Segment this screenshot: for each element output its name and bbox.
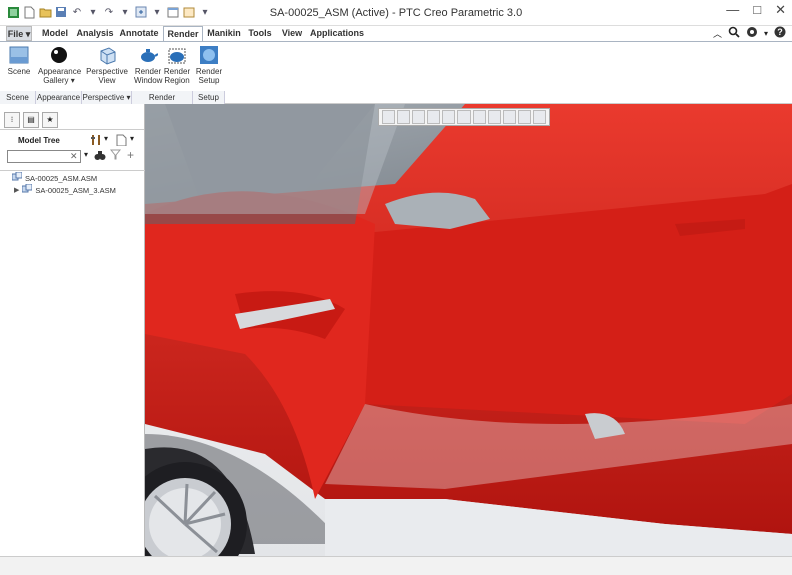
zoom-in-icon[interactable]: [397, 110, 411, 124]
show-icon[interactable]: [116, 134, 127, 149]
clear-search-icon[interactable]: ✕: [70, 151, 78, 162]
tab-model[interactable]: Model: [38, 26, 72, 41]
title-bar: ↶ ▾ ↷ ▾ ▾ ▾ SA-00025_ASM (Active) - PTC …: [0, 0, 792, 26]
appearance-sphere-icon: [49, 45, 69, 65]
view-manager-icon[interactable]: [472, 110, 486, 124]
view-toolbar: [378, 108, 550, 126]
assembly-icon: [11, 171, 23, 186]
render-setup-icon: [199, 45, 219, 65]
scene-button[interactable]: Scene: [4, 45, 34, 76]
status-bar: [0, 556, 792, 575]
help-dropdown-icon[interactable]: ▾: [764, 29, 768, 38]
tab-annotate[interactable]: Annotate: [119, 26, 159, 41]
group-perspective[interactable]: Perspective ▾: [82, 91, 132, 105]
tree-item-subassembly[interactable]: ▶ SA-00025_ASM_3.ASM: [0, 183, 145, 198]
ribbon: Scene Appearance Gallery ▾ Perspective V…: [0, 41, 792, 105]
window-controls: — □ ✕: [726, 2, 786, 18]
help-icon[interactable]: ?: [774, 26, 786, 41]
graphics-viewport[interactable]: [145, 104, 792, 556]
maximize-button[interactable]: □: [753, 2, 761, 18]
favorites-tab-icon[interactable]: ★: [42, 112, 58, 128]
search-help-icon[interactable]: [728, 26, 740, 41]
car-model-render: [145, 104, 792, 556]
annotation-display-icon[interactable]: [517, 110, 531, 124]
zoom-out-icon[interactable]: [412, 110, 426, 124]
ribbon-tabs: File ▾ Model Analysis Annotate Render Ma…: [0, 26, 792, 41]
repaint-icon[interactable]: [427, 110, 441, 124]
model-tree-panel: ⁝ ▤ ★ Model Tree ▾ ▾ ✕ ▾ + SA-00025_ASM.…: [0, 104, 145, 556]
search-dropdown-icon[interactable]: ▾: [84, 150, 88, 159]
model-tree-tab-icon[interactable]: ⁝: [4, 112, 20, 128]
assembly-icon: [21, 183, 33, 198]
close-button[interactable]: ✕: [775, 2, 786, 18]
perspective-cube-icon: [97, 45, 117, 65]
help-area: ︿ ▾ ?: [713, 26, 786, 41]
tab-render[interactable]: Render: [163, 26, 203, 41]
window-title: SA-00025_ASM (Active) - PTC Creo Paramet…: [269, 7, 523, 19]
teapot-region-icon: [167, 45, 187, 65]
model-tree-title: Model Tree: [18, 136, 60, 145]
refit-icon[interactable]: [382, 110, 396, 124]
tab-applications[interactable]: Applications: [309, 26, 365, 41]
appearance-gallery-button[interactable]: Appearance Gallery ▾: [38, 45, 81, 85]
group-setup: Setup: [193, 91, 225, 105]
navigator-tabs: ⁝ ▤ ★: [0, 104, 144, 130]
folder-browser-tab-icon[interactable]: ▤: [23, 112, 39, 128]
tab-view[interactable]: View: [278, 26, 306, 41]
svg-text:?: ?: [777, 27, 783, 37]
render-window-button[interactable]: Render Window: [134, 45, 162, 85]
spin-center-icon[interactable]: [532, 110, 547, 124]
group-scene: Scene: [0, 91, 36, 105]
render-region-button[interactable]: Render Region: [163, 45, 191, 85]
tab-file[interactable]: File ▾: [6, 26, 32, 41]
tab-manikin[interactable]: Manikin: [206, 26, 242, 41]
display-style-icon[interactable]: [442, 110, 456, 124]
tree-settings-icon[interactable]: [90, 134, 102, 149]
add-column-icon[interactable]: +: [127, 148, 134, 162]
teapot-icon: [138, 45, 159, 65]
model-tree: SA-00025_ASM.ASM ▶ SA-00025_ASM_3.ASM: [0, 170, 145, 197]
group-appearance: Appearance: [36, 91, 82, 105]
group-render: Render: [132, 91, 193, 105]
render-setup-button[interactable]: Render Setup: [195, 45, 223, 85]
filter-icon[interactable]: [109, 149, 122, 163]
model-tree-header: Model Tree ▾ ▾: [0, 134, 145, 148]
datum-display-icon[interactable]: [502, 110, 516, 124]
show-dropdown-icon[interactable]: ▾: [130, 134, 134, 143]
tab-tools[interactable]: Tools: [245, 26, 275, 41]
community-icon[interactable]: [746, 26, 758, 41]
tree-settings-dropdown-icon[interactable]: ▾: [104, 134, 108, 143]
scene-icon: [9, 45, 29, 65]
expand-arrow-icon[interactable]: ▶: [14, 185, 19, 197]
saved-orientations-icon[interactable]: [457, 110, 471, 124]
perspective-icon[interactable]: [487, 110, 501, 124]
minimize-button[interactable]: —: [726, 2, 739, 18]
collapse-ribbon-icon[interactable]: ︿: [713, 27, 722, 40]
find-binoculars-icon[interactable]: [94, 149, 106, 164]
perspective-view-button[interactable]: Perspective View: [86, 45, 128, 85]
tab-analysis[interactable]: Analysis: [75, 26, 115, 41]
